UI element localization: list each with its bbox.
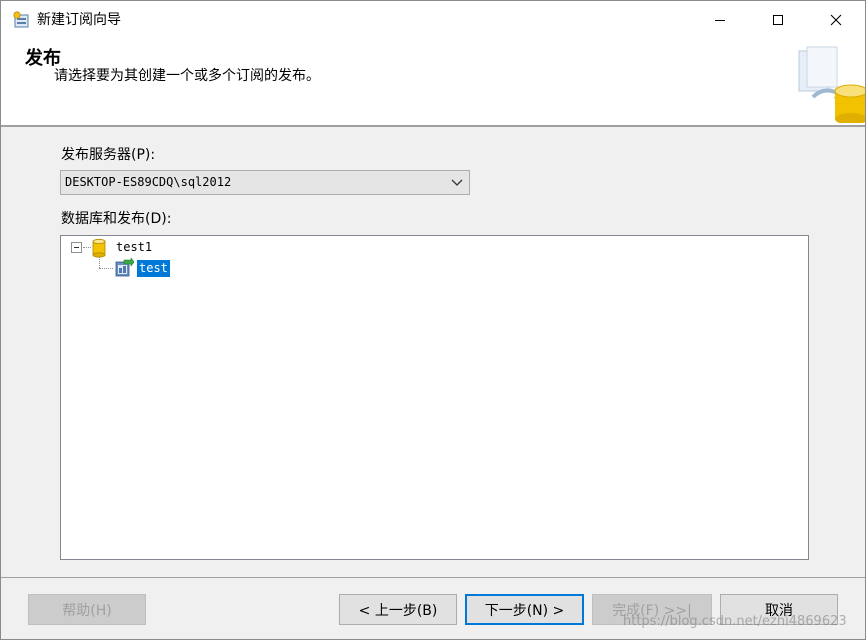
page-description: 请选择要为其创建一个或多个订阅的发布。 [54,68,320,84]
tree-connector [99,268,113,269]
window-title: 新建订阅向导 [37,12,121,28]
title-bar[interactable]: 新建订阅向导 [1,1,865,39]
tree-node-database[interactable]: test1 [116,239,152,256]
chevron-down-icon [451,179,463,186]
maximize-button[interactable] [749,1,807,39]
help-button[interactable]: 帮助(H) [28,594,146,625]
databases-label: 数据库和发布(D): [61,211,172,227]
wizard-app-icon [13,11,29,28]
tree-node-publication[interactable]: test [137,260,170,277]
wizard-banner-icon [798,46,865,123]
close-icon [830,14,842,26]
minimize-icon [715,20,725,21]
publisher-label: 发布服务器(P): [61,147,156,163]
collapse-toggle[interactable] [71,242,82,253]
publication-icon [115,258,134,277]
wizard-header: 发布 请选择要为其创建一个或多个订阅的发布。 [1,39,865,127]
watermark-text: https://blog.csdn.net/ezhi4869623 [623,614,847,629]
back-button[interactable]: < 上一步(B) [339,594,457,625]
publisher-select-value: DESKTOP-ES89CDQ\sql2012 [65,175,232,189]
publisher-select[interactable]: DESKTOP-ES89CDQ\sql2012 [60,170,470,195]
next-button[interactable]: 下一步(N) > [465,594,584,625]
publications-tree[interactable]: test1 test [60,235,809,560]
wizard-window: 新建订阅向导 发布 请选择要为其创建一个或多个订阅的发布。 发布服务器(P): … [0,0,866,640]
minimize-button[interactable] [691,1,749,39]
wizard-footer: 帮助(H) < 上一步(B) 下一步(N) > 完成(F) >>| 取消 htt… [1,577,865,639]
tree-connector [99,257,100,268]
maximize-icon [773,15,783,25]
tree-connector [83,247,91,248]
database-icon [92,238,106,258]
close-button[interactable] [807,1,865,39]
